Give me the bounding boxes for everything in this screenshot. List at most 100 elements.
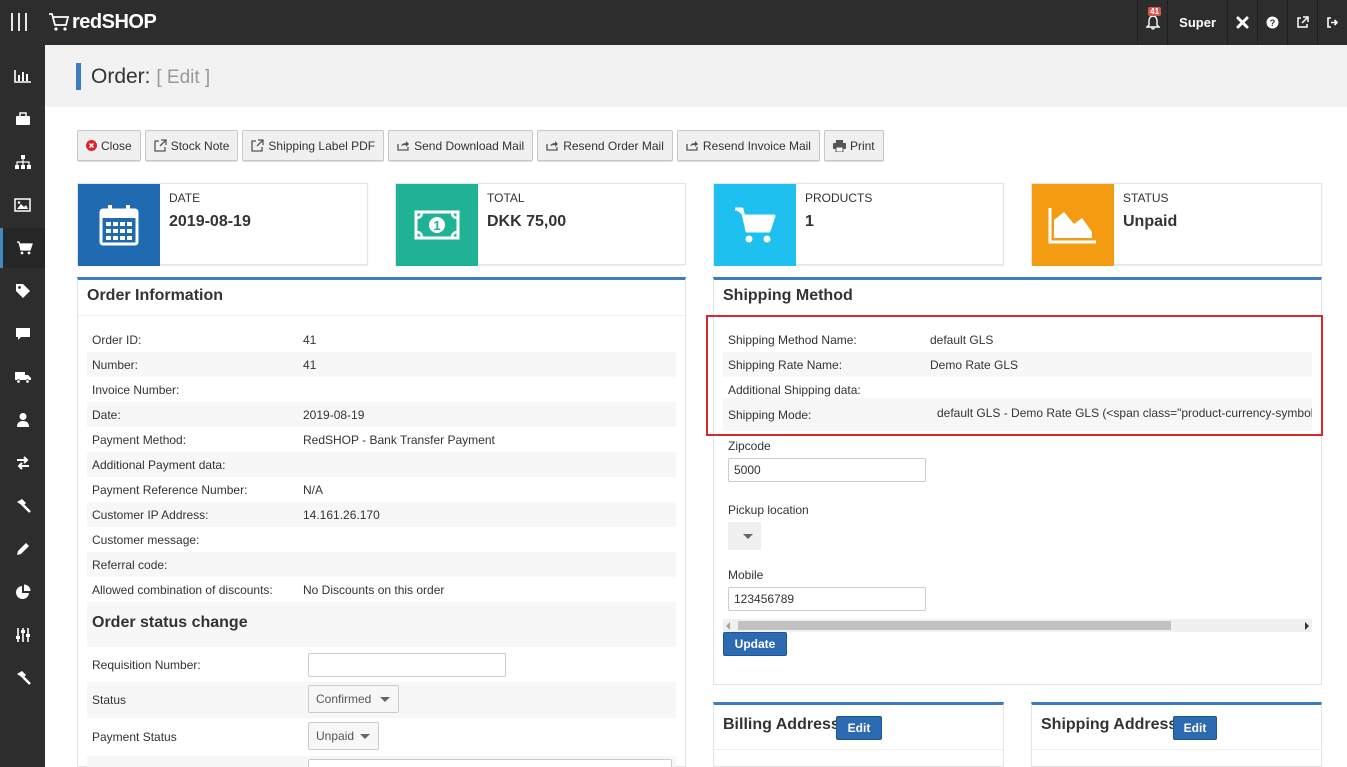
pickup-location-select[interactable] bbox=[728, 522, 761, 550]
resend-invoice-mail-button[interactable]: Resend Invoice Mail bbox=[676, 130, 820, 161]
page-header: Order: [ Edit ] bbox=[45, 45, 1347, 107]
sidebar-item-statistics[interactable] bbox=[0, 56, 45, 96]
mobile-label: Mobile bbox=[728, 568, 764, 582]
payment-method-value: RedSHOP - Bank Transfer Payment bbox=[303, 432, 495, 447]
stat-status: STATUS Unpaid bbox=[1031, 183, 1322, 266]
sidebar-item-categories[interactable] bbox=[0, 142, 45, 182]
close-icon bbox=[86, 140, 97, 151]
pencil-icon bbox=[17, 542, 29, 555]
sidebar-item-customization[interactable] bbox=[0, 529, 45, 569]
sidebar-item-tools[interactable] bbox=[0, 486, 45, 526]
print-button[interactable]: Print bbox=[823, 130, 884, 161]
sidebar-item-media[interactable] bbox=[0, 185, 45, 225]
additional-payment-row: Additional Payment data: bbox=[87, 452, 676, 477]
sidebar-item-users[interactable] bbox=[0, 400, 45, 440]
divider bbox=[714, 749, 1003, 750]
discount-combination-value: No Discounts on this order bbox=[303, 582, 445, 597]
external-link-button[interactable] bbox=[1287, 0, 1317, 45]
mobile-input[interactable]: 123456789 bbox=[728, 587, 926, 611]
notifications-button[interactable]: 41 bbox=[1137, 0, 1167, 45]
order-id-value: 41 bbox=[303, 332, 317, 347]
scroll-right-icon[interactable] bbox=[1305, 622, 1309, 630]
sidebar-item-shipping[interactable] bbox=[0, 357, 45, 397]
sidebar-item-orders[interactable] bbox=[0, 228, 45, 268]
next-input[interactable] bbox=[308, 759, 672, 767]
payment-method-label: Payment Method: bbox=[92, 432, 187, 447]
joomla-button[interactable] bbox=[1227, 0, 1257, 45]
additional-payment-label: Additional Payment data: bbox=[92, 457, 226, 472]
cart-logo-icon bbox=[49, 13, 70, 31]
resend-order-mail-button-label: Resend Order Mail bbox=[563, 138, 664, 153]
shipping-address-panel: Shipping Address Edit bbox=[1031, 702, 1322, 767]
external-link-icon bbox=[1297, 16, 1309, 28]
discount-combination-label: Allowed combination of discounts: bbox=[92, 582, 273, 597]
help-button[interactable]: ? bbox=[1257, 0, 1287, 45]
customer-ip-value: 14.161.26.170 bbox=[303, 507, 380, 522]
billing-edit-button[interactable]: Edit bbox=[836, 716, 882, 740]
content-area: Order: [ Edit ] Close Stock Note Shippin… bbox=[45, 45, 1347, 767]
customer-ip-label: Customer IP Address: bbox=[92, 507, 209, 522]
logo[interactable]: redSHOP bbox=[48, 9, 157, 35]
sidebar-item-import-export[interactable] bbox=[0, 443, 45, 483]
share-icon bbox=[546, 141, 559, 151]
payment-method-row: Payment Method: RedSHOP - Bank Transfer P… bbox=[87, 427, 676, 452]
stock-note-button[interactable]: Stock Note bbox=[144, 130, 239, 161]
shipping-address-edit-button[interactable]: Edit bbox=[1173, 716, 1217, 740]
sidebar-item-communication[interactable] bbox=[0, 314, 45, 354]
payment-status-select-value: Unpaid bbox=[316, 729, 355, 743]
logout-button[interactable] bbox=[1317, 0, 1347, 45]
stat-date-value: 2019-08-19 bbox=[169, 213, 251, 230]
zipcode-input[interactable]: 5000 bbox=[728, 458, 926, 482]
sidebar-item-products[interactable] bbox=[0, 99, 45, 139]
image-icon bbox=[14, 198, 31, 212]
external-link-icon bbox=[154, 139, 167, 152]
sidebar-item-utilities[interactable] bbox=[0, 658, 45, 698]
requisition-number-input[interactable] bbox=[308, 653, 506, 677]
notification-badge: 41 bbox=[1148, 7, 1162, 16]
bar-chart-icon bbox=[13, 70, 31, 83]
payment-status-select[interactable]: Unpaid bbox=[308, 722, 379, 750]
invoice-number-row: Invoice Number: bbox=[87, 377, 676, 402]
customer-message-row: Customer message: bbox=[87, 527, 676, 552]
sidebar-item-reports[interactable] bbox=[0, 572, 45, 612]
shipping-label-pdf-button-label: Shipping Label PDF bbox=[268, 138, 376, 153]
pie-chart-icon bbox=[15, 584, 30, 599]
print-icon bbox=[832, 139, 846, 152]
joomla-icon bbox=[1236, 16, 1249, 29]
date-value: 2019-08-19 bbox=[303, 407, 365, 422]
area-chart-icon bbox=[1032, 184, 1114, 266]
close-button[interactable]: Close bbox=[77, 130, 141, 161]
order-information-panel: Order Information Order ID: 41 Number: 41 … bbox=[77, 277, 686, 767]
sidebar-item-discounts[interactable] bbox=[0, 271, 45, 311]
date-label: Date: bbox=[92, 407, 121, 422]
stat-status-value: Unpaid bbox=[1123, 213, 1178, 230]
chevron-down-icon bbox=[380, 697, 390, 702]
horizontal-scrollbar[interactable] bbox=[723, 619, 1312, 632]
top-bar: redSHOP 41 Super ? bbox=[0, 0, 1347, 45]
sidebar bbox=[0, 45, 45, 767]
menu-toggle-icon[interactable] bbox=[11, 13, 27, 31]
resend-order-mail-button[interactable]: Resend Order Mail bbox=[537, 130, 673, 161]
customer-message-label: Customer message: bbox=[92, 532, 200, 547]
invoice-number-label: Invoice Number: bbox=[92, 382, 180, 397]
payment-status-row: Payment Status bbox=[87, 719, 676, 755]
number-row: Number: 41 bbox=[87, 352, 676, 377]
order-id-label: Order ID: bbox=[92, 332, 142, 347]
gavel-icon bbox=[16, 671, 31, 685]
status-label: Status bbox=[92, 693, 127, 707]
user-menu[interactable]: Super bbox=[1167, 0, 1227, 45]
shipping-label-pdf-button[interactable]: Shipping Label PDF bbox=[242, 130, 385, 161]
status-select[interactable]: Confirmed bbox=[308, 685, 399, 713]
stat-date: DATE 2019-08-19 bbox=[77, 183, 368, 266]
send-download-mail-button[interactable]: Send Download Mail bbox=[388, 130, 534, 161]
stat-status-label: STATUS bbox=[1123, 191, 1169, 205]
sidebar-item-configuration[interactable] bbox=[0, 615, 45, 655]
briefcase-icon bbox=[15, 112, 30, 125]
stat-total: 1 TOTAL DKK 75,00 bbox=[395, 183, 686, 266]
zipcode-label: Zipcode bbox=[728, 439, 771, 453]
scrollbar-thumb[interactable] bbox=[738, 621, 1171, 630]
scroll-left-icon[interactable] bbox=[726, 622, 730, 630]
chevron-down-icon bbox=[360, 734, 370, 739]
order-status-change-title: Order status change bbox=[92, 614, 248, 631]
update-button[interactable]: Update bbox=[723, 632, 787, 656]
